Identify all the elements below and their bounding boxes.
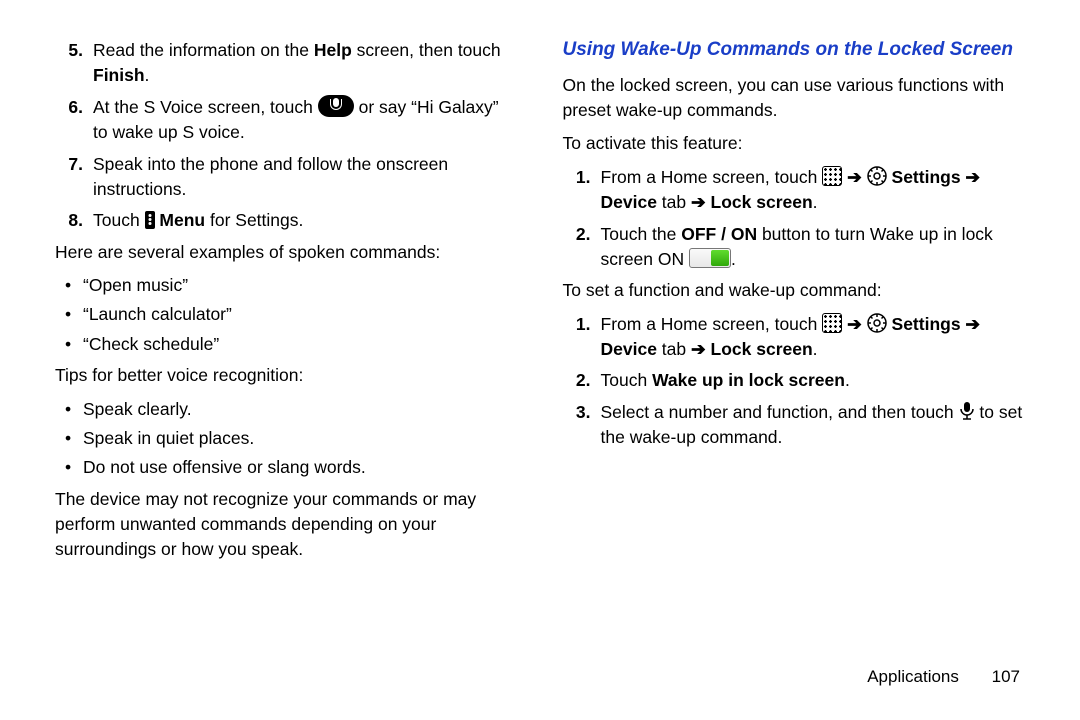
mic-button-icon (318, 95, 354, 117)
menu-icon (145, 211, 155, 229)
recognition-warning: The device may not recognize your comman… (55, 487, 518, 563)
page-number: 107 (992, 667, 1020, 686)
set-step-1: 1. From a Home screen, touch ➔ Settings … (563, 312, 1026, 363)
svoice-steps: 5. Read the information on the Help scre… (55, 38, 518, 234)
spoken-examples: “Open music” “Launch calculator” “Check … (55, 273, 518, 357)
footer-section: Applications (867, 667, 959, 686)
page-footer: Applications 107 (867, 665, 1020, 690)
settings-gear-icon (867, 166, 887, 186)
tip-no-slang: Do not use offensive or slang words. (55, 455, 518, 480)
activate-step-2: 2. Touch the OFF / ON button to turn Wak… (563, 222, 1026, 273)
step-7: 7. Speak into the phone and follow the o… (55, 152, 518, 203)
section-heading: Using Wake-Up Commands on the Locked Scr… (563, 38, 1026, 63)
set-step-2: 2. Touch Wake up in lock screen. (563, 368, 1026, 393)
set-steps: 1. From a Home screen, touch ➔ Settings … (563, 312, 1026, 451)
activate-label: To activate this feature: (563, 131, 1026, 156)
settings-gear-icon (867, 313, 887, 333)
example-open-music: “Open music” (55, 273, 518, 298)
apps-grid-icon (822, 166, 842, 186)
activate-steps: 1. From a Home screen, touch ➔ Settings … (563, 165, 1026, 273)
set-step-3: 3. Select a number and function, and the… (563, 400, 1026, 451)
step-8: 8. Touch Menu for Settings. (55, 208, 518, 233)
toggle-on-icon (689, 248, 731, 268)
examples-intro: Here are several examples of spoken comm… (55, 240, 518, 265)
manual-page: 5. Read the information on the Help scre… (0, 0, 1080, 571)
left-column: 5. Read the information on the Help scre… (55, 38, 518, 571)
right-column: Using Wake-Up Commands on the Locked Scr… (563, 38, 1026, 571)
tip-quiet-places: Speak in quiet places. (55, 426, 518, 451)
tip-speak-clearly: Speak clearly. (55, 397, 518, 422)
activate-step-1: 1. From a Home screen, touch ➔ Settings … (563, 165, 1026, 216)
set-label: To set a function and wake-up command: (563, 278, 1026, 303)
wakeup-intro: On the locked screen, you can use variou… (563, 73, 1026, 124)
example-launch-calculator: “Launch calculator” (55, 302, 518, 327)
apps-grid-icon (822, 313, 842, 333)
tips-intro: Tips for better voice recognition: (55, 363, 518, 388)
step-5: 5. Read the information on the Help scre… (55, 38, 518, 89)
mic-icon (959, 401, 975, 421)
step-6: 6. At the S Voice screen, touch or say “… (55, 95, 518, 146)
tips-list: Speak clearly. Speak in quiet places. Do… (55, 397, 518, 481)
example-check-schedule: “Check schedule” (55, 332, 518, 357)
